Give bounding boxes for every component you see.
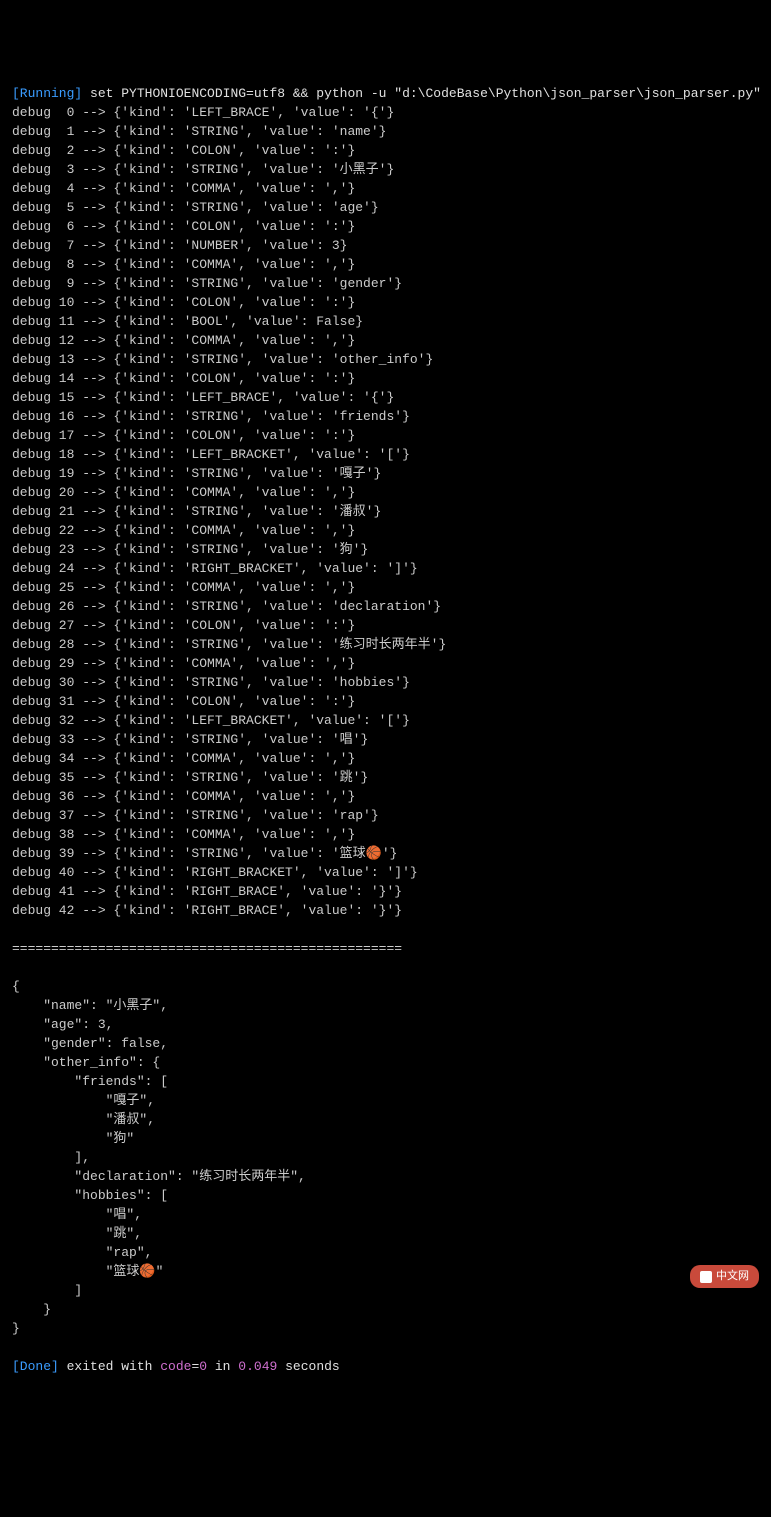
equals: =: [191, 1359, 199, 1374]
running-label: [Running]: [12, 86, 82, 101]
done-label: [Done]: [12, 1359, 59, 1374]
watermark-badge: 中文网: [690, 1265, 759, 1288]
watermark-text: 中文网: [716, 1267, 749, 1286]
command-text: set PYTHONIOENCODING=utf8 && python -u "…: [90, 86, 761, 101]
json-output-block: { "name": "小黑子", "age": 3, "gender": fal…: [12, 977, 759, 1338]
time-value: 0.049: [238, 1359, 277, 1374]
seconds-text: seconds: [277, 1359, 339, 1374]
debug-token-list: debug 0 --> {'kind': 'LEFT_BRACE', 'valu…: [12, 103, 759, 920]
php-icon: [700, 1271, 712, 1283]
code-label: code: [160, 1359, 191, 1374]
in-text: in: [207, 1359, 238, 1374]
code-value: 0: [199, 1359, 207, 1374]
exited-text: exited with: [59, 1359, 160, 1374]
terminal-output: [Running] set PYTHONIOENCODING=utf8 && p…: [12, 84, 759, 1376]
separator-line: ========================================…: [12, 941, 402, 956]
